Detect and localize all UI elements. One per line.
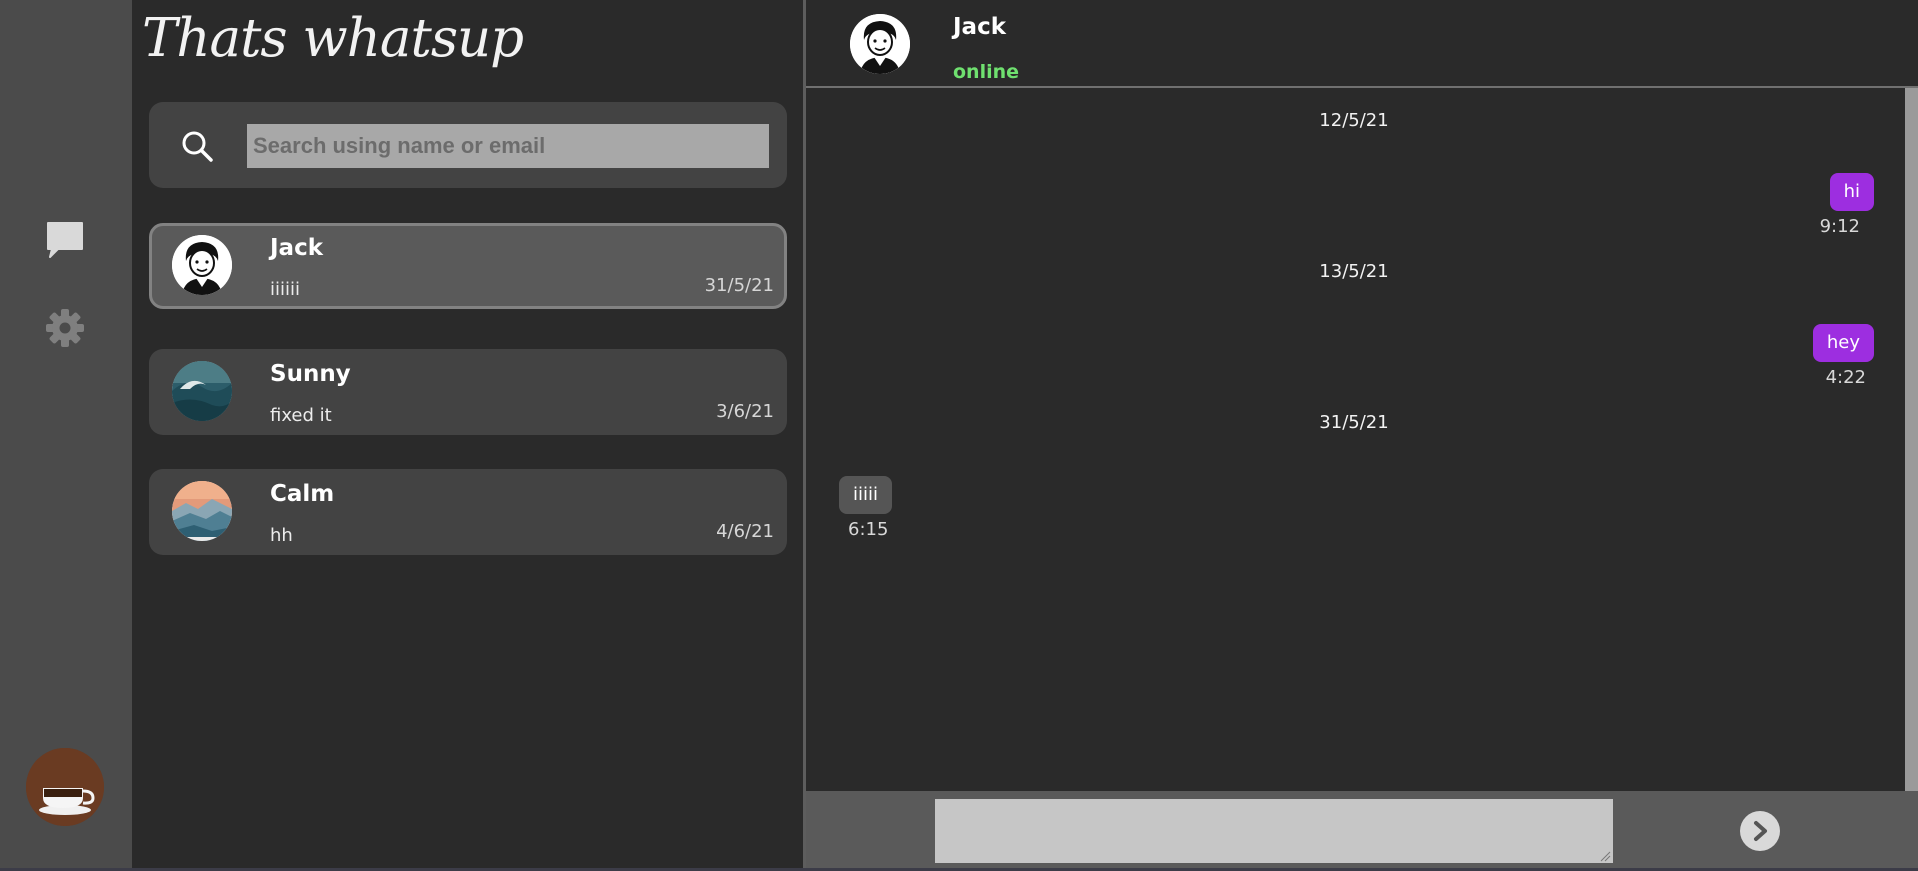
search-input[interactable]	[247, 124, 769, 168]
scrollbar-thumb[interactable]	[1905, 88, 1918, 791]
chat-date: 31/5/21	[704, 275, 774, 296]
gear-icon[interactable]	[40, 303, 90, 353]
chat-name: Calm	[270, 481, 335, 507]
resize-grip-icon[interactable]	[1599, 850, 1611, 862]
chat-list-panel: Thats whatsup Jack iiiiii 31/5/21	[132, 0, 804, 871]
search-bar	[149, 102, 787, 188]
cartoon-man-avatar	[850, 14, 910, 74]
chat-date: 4/6/21	[716, 521, 774, 542]
date-separator: 12/5/21	[1319, 110, 1389, 131]
ocean-wave-avatar	[172, 361, 232, 421]
contact-avatar[interactable]	[850, 14, 910, 74]
chat-last-message: fixed it	[270, 405, 332, 426]
chat-name: Sunny	[270, 361, 351, 387]
chat-item-jack[interactable]: Jack iiiiii 31/5/21	[149, 223, 787, 309]
chevron-right-icon	[1754, 821, 1767, 841]
chat-item-sunny[interactable]: Sunny fixed it 3/6/21	[149, 349, 787, 435]
message-time: 6:15	[848, 519, 889, 540]
message-input[interactable]	[935, 799, 1613, 863]
search-icon	[182, 131, 213, 162]
profile-avatar[interactable]	[26, 748, 104, 826]
cartoon-man-avatar	[172, 235, 232, 295]
coffee-cup-avatar	[26, 748, 104, 826]
date-separator: 31/5/21	[1319, 412, 1389, 433]
message-list: 12/5/21 hi 9:12 13/5/21 hey 4:22 31/5/21…	[806, 88, 1902, 791]
message-composer	[806, 791, 1918, 871]
chat-name: Jack	[270, 235, 324, 261]
misty-mountains-avatar	[172, 481, 232, 541]
app-title: Thats whatsup	[142, 8, 524, 69]
message-time: 4:22	[1825, 367, 1866, 388]
message-bubble-out: hey	[1812, 324, 1874, 362]
send-button[interactable]	[1740, 811, 1780, 851]
message-time: 9:12	[1819, 216, 1860, 237]
conversation-header: Jack online	[806, 0, 1918, 88]
chat-bubble-icon[interactable]	[40, 215, 90, 265]
chat-last-message: iiiiii	[270, 279, 301, 300]
message-bubble-in: iiiii	[839, 476, 893, 514]
contact-status: online	[953, 61, 1020, 83]
chat-last-message: hh	[270, 525, 293, 546]
message-bubble-out: hi	[1829, 173, 1874, 211]
contact-name: Jack	[953, 14, 1007, 40]
date-separator: 13/5/21	[1319, 261, 1389, 282]
message-scrollbar[interactable]	[1902, 88, 1918, 791]
chat-item-calm[interactable]: Calm hh 4/6/21	[149, 469, 787, 555]
left-rail	[0, 0, 132, 871]
chat-date: 3/6/21	[716, 401, 774, 422]
